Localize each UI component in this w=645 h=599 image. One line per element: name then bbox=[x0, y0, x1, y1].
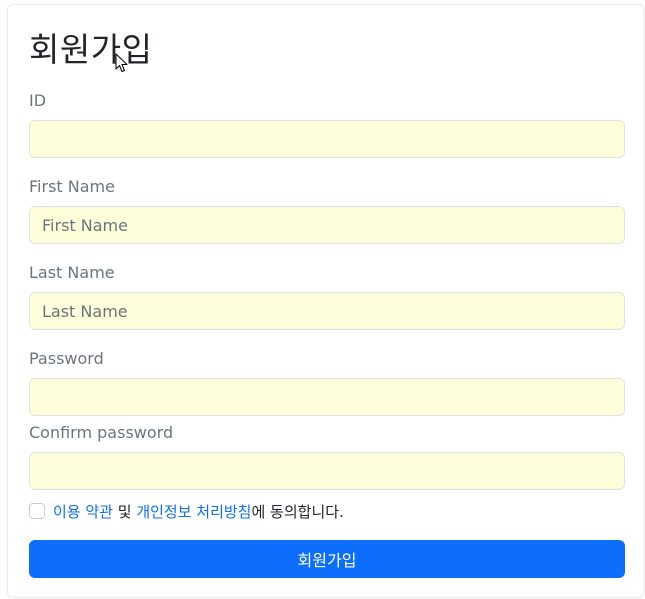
confirm-password-input[interactable] bbox=[29, 452, 625, 490]
mouse-pointer-icon bbox=[115, 53, 128, 72]
privacy-policy-link[interactable]: 개인정보 처리방침 bbox=[136, 501, 251, 522]
password-input[interactable] bbox=[29, 378, 625, 416]
agreement-row: 이용 약관 및 개인정보 처리방침 에 동의합니다. bbox=[29, 500, 344, 522]
id-label: ID bbox=[29, 91, 47, 110]
last-name-input[interactable] bbox=[29, 292, 625, 330]
last-name-label: Last Name bbox=[29, 263, 115, 282]
terms-link[interactable]: 이용 약관 bbox=[53, 501, 113, 522]
signup-card: 회원가입 ID First Name Last Name Password Co… bbox=[7, 4, 644, 598]
first-name-input[interactable] bbox=[29, 206, 625, 244]
page-title: 회원가입 bbox=[29, 30, 153, 69]
first-name-label: First Name bbox=[29, 177, 115, 196]
agreement-connector: 및 bbox=[112, 502, 137, 521]
confirm-password-label: Confirm password bbox=[29, 423, 174, 442]
signup-button[interactable]: 회원가입 bbox=[29, 540, 625, 578]
password-label: Password bbox=[29, 349, 104, 368]
id-input[interactable] bbox=[29, 120, 625, 158]
agreement-checkbox[interactable] bbox=[29, 503, 45, 519]
agreement-suffix: 에 동의합니다. bbox=[251, 502, 344, 521]
